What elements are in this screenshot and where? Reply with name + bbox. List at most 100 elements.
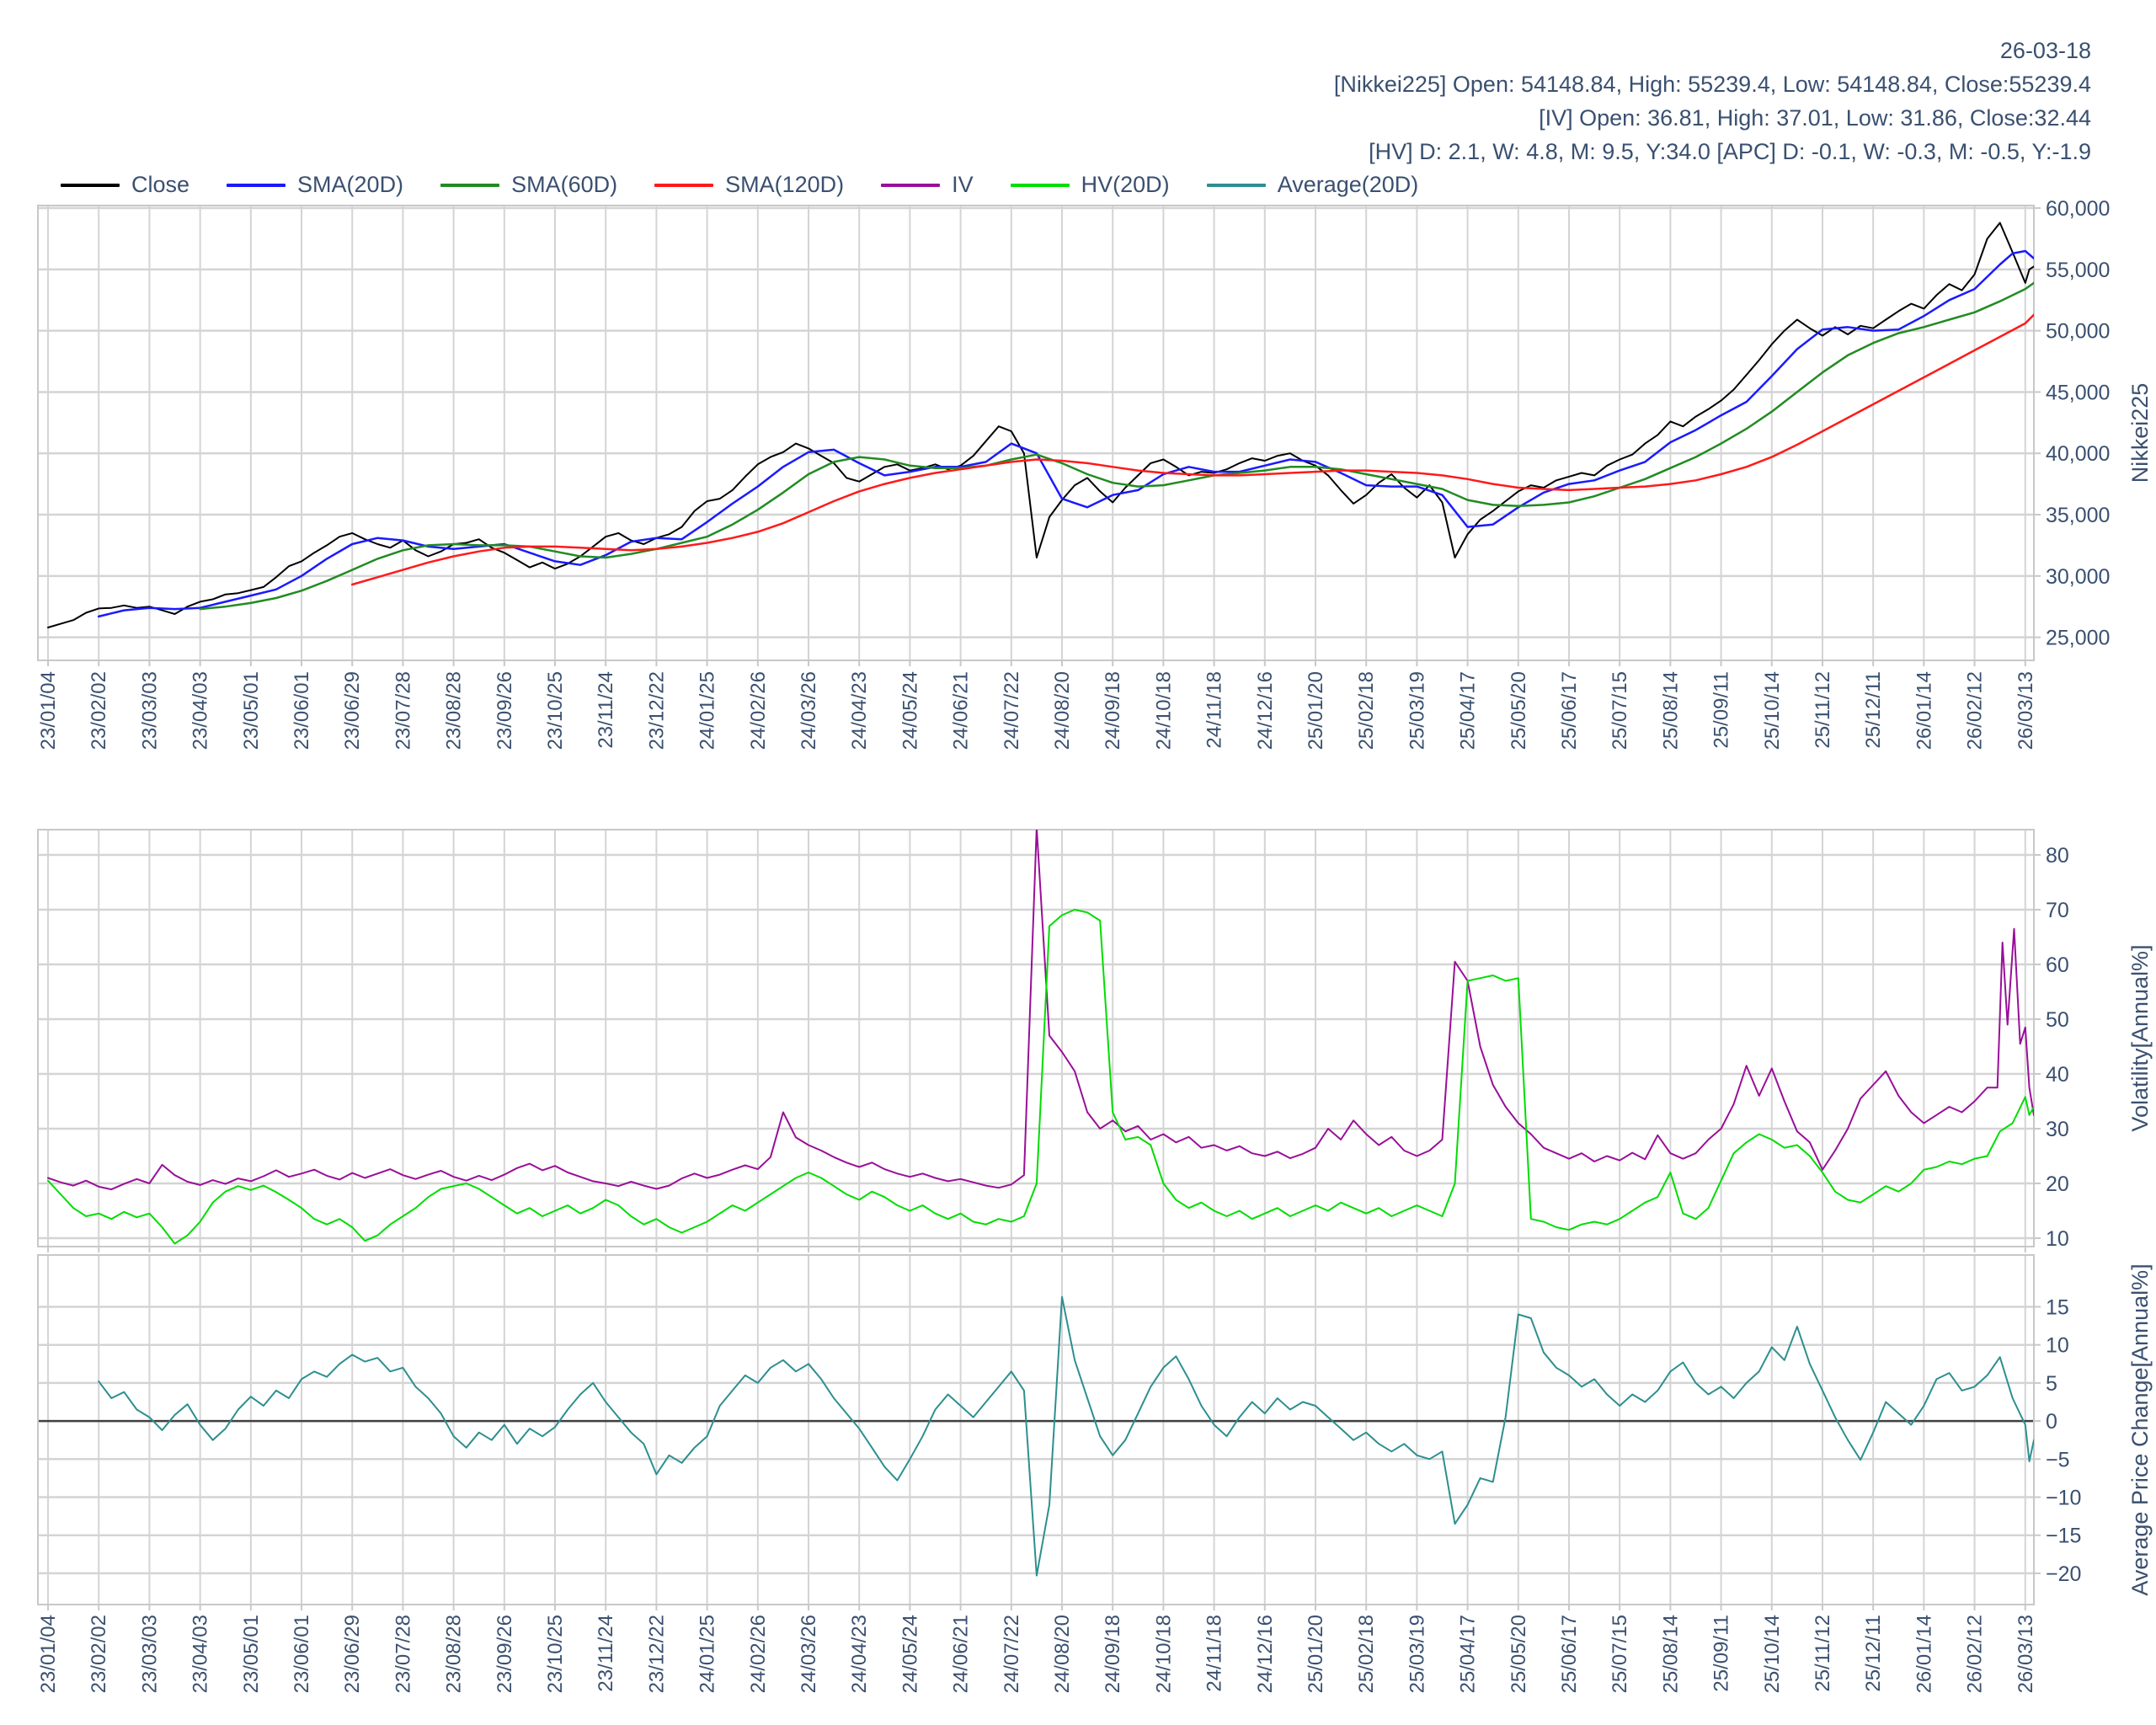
y-tick-label: 60,000 bbox=[2046, 197, 2110, 221]
x-tick-label: 24/08/20 bbox=[1051, 1615, 1074, 1693]
x-tick-label: 25/03/19 bbox=[1406, 1615, 1428, 1693]
x-tick-label: 24/12/16 bbox=[1254, 1615, 1277, 1693]
y-tick-label: 55,000 bbox=[2046, 259, 2110, 282]
series-hv-20d bbox=[48, 910, 2034, 1244]
x-tick-label: 23/06/29 bbox=[341, 671, 364, 750]
average-price-change-panel: −20−15−10−5051015Average Price Change[An… bbox=[37, 1255, 2153, 1693]
x-tick-label: 25/03/19 bbox=[1406, 671, 1428, 750]
x-tick-label: 23/06/29 bbox=[341, 1615, 364, 1693]
y-tick-label: −10 bbox=[2046, 1487, 2081, 1510]
x-tick-label: 23/03/03 bbox=[138, 1615, 161, 1693]
x-tick-label: 24/05/24 bbox=[899, 671, 921, 750]
x-tick-label: 23/10/25 bbox=[544, 671, 567, 750]
x-tick-label: 24/01/25 bbox=[696, 1615, 719, 1693]
x-tick-label: 24/03/26 bbox=[798, 671, 820, 750]
x-tick-label: 23/01/04 bbox=[37, 1615, 60, 1693]
x-tick-label: 26/03/13 bbox=[2015, 1615, 2037, 1693]
x-tick-label: 25/08/14 bbox=[1659, 1615, 1682, 1693]
nikkei225-price-panel: 25,00030,00035,00040,00045,00050,00055,0… bbox=[37, 197, 2153, 750]
x-tick-label: 23/04/03 bbox=[189, 1615, 212, 1693]
series-average-20d bbox=[99, 1297, 2034, 1576]
x-tick-label: 25/06/17 bbox=[1558, 671, 1581, 750]
y-tick-label: 40,000 bbox=[2046, 442, 2110, 466]
x-tick-label: 23/12/22 bbox=[645, 671, 668, 750]
x-tick-label: 24/06/21 bbox=[950, 671, 973, 750]
x-tick-label: 24/10/18 bbox=[1152, 671, 1175, 750]
x-tick-label: 26/03/13 bbox=[2015, 671, 2037, 750]
x-tick-label: 23/11/24 bbox=[595, 1615, 617, 1692]
panel-border bbox=[38, 206, 2034, 660]
x-tick-label: 24/05/24 bbox=[899, 1615, 921, 1693]
y-axis-title-volatility: Volatility[Annual%] bbox=[2127, 944, 2153, 1131]
series-close bbox=[48, 223, 2034, 628]
x-tick-label: 25/10/14 bbox=[1761, 671, 1784, 750]
x-tick-label: 23/01/04 bbox=[37, 671, 60, 750]
y-tick-label: 10 bbox=[2046, 1334, 2069, 1358]
x-tick-label: 24/10/18 bbox=[1152, 1615, 1175, 1693]
x-tick-label: 24/03/26 bbox=[798, 1615, 820, 1693]
y-tick-label: 70 bbox=[2046, 899, 2069, 922]
x-tick-label: 23/12/22 bbox=[645, 1615, 668, 1693]
x-tick-label: 23/07/28 bbox=[392, 671, 414, 750]
x-tick-label: 23/06/01 bbox=[291, 1615, 313, 1693]
y-tick-label: −20 bbox=[2046, 1562, 2081, 1586]
series-iv bbox=[48, 828, 2034, 1190]
x-tick-label: 24/12/16 bbox=[1254, 671, 1277, 750]
x-tick-label: 24/08/20 bbox=[1051, 671, 1074, 750]
x-tick-label: 25/08/14 bbox=[1659, 671, 1682, 750]
x-tick-label: 24/09/18 bbox=[1102, 671, 1124, 750]
series-sma-120d bbox=[352, 315, 2034, 585]
x-tick-label: 25/11/12 bbox=[1812, 671, 1834, 749]
y-axis-title-average-price-change: Average Price Change[Annual%] bbox=[2127, 1263, 2153, 1595]
x-tick-label: 25/07/15 bbox=[1609, 1615, 1631, 1693]
x-tick-label: 23/10/25 bbox=[544, 1615, 567, 1693]
x-tick-label: 24/11/18 bbox=[1203, 671, 1226, 749]
x-tick-label: 25/05/20 bbox=[1508, 671, 1530, 750]
y-tick-label: 50,000 bbox=[2046, 320, 2110, 344]
volatility-panel: 1020304050607080Volatility[Annual%] bbox=[38, 828, 2153, 1253]
x-tick-label: 26/02/12 bbox=[1964, 671, 1987, 750]
chart-page: 26-03-18 [Nikkei225] Open: 54148.84, Hig… bbox=[0, 0, 2156, 1725]
y-axis-title-nikkei225-price: Nikkei225 bbox=[2127, 383, 2153, 483]
x-tick-label: 23/02/02 bbox=[88, 671, 110, 750]
y-tick-label: 0 bbox=[2046, 1410, 2057, 1434]
x-tick-label: 24/02/26 bbox=[747, 1615, 770, 1693]
x-tick-label: 25/04/17 bbox=[1457, 1615, 1480, 1693]
x-tick-label: 24/04/23 bbox=[848, 1615, 871, 1693]
x-tick-label: 25/02/18 bbox=[1355, 1615, 1378, 1693]
x-tick-label: 25/12/11 bbox=[1862, 1615, 1885, 1692]
x-tick-label: 25/01/20 bbox=[1305, 671, 1327, 750]
y-tick-label: 15 bbox=[2046, 1295, 2069, 1319]
x-tick-label: 24/02/26 bbox=[747, 671, 770, 750]
y-tick-label: 80 bbox=[2046, 844, 2069, 868]
x-tick-label: 25/06/17 bbox=[1558, 1615, 1581, 1693]
y-tick-label: 45,000 bbox=[2046, 381, 2110, 404]
x-tick-label: 25/09/11 bbox=[1710, 671, 1733, 749]
x-tick-label: 24/11/18 bbox=[1203, 1615, 1226, 1692]
x-tick-label: 24/07/22 bbox=[1001, 671, 1023, 750]
x-tick-label: 23/09/26 bbox=[494, 1615, 516, 1693]
y-tick-label: 60 bbox=[2046, 953, 2069, 977]
x-tick-label: 23/08/28 bbox=[443, 1615, 466, 1693]
x-tick-label: 24/01/25 bbox=[696, 671, 719, 750]
x-tick-label: 24/06/21 bbox=[950, 1615, 973, 1693]
x-tick-label: 23/07/28 bbox=[392, 1615, 414, 1693]
x-tick-label: 23/04/03 bbox=[189, 671, 212, 750]
x-tick-label: 23/05/01 bbox=[240, 671, 263, 750]
y-tick-label: 25,000 bbox=[2046, 627, 2110, 650]
x-tick-label: 26/01/14 bbox=[1913, 671, 1935, 750]
y-tick-label: 35,000 bbox=[2046, 504, 2110, 527]
x-tick-label: 23/05/01 bbox=[240, 1615, 263, 1693]
x-tick-label: 23/09/26 bbox=[494, 671, 516, 750]
x-tick-label: 26/01/14 bbox=[1913, 1615, 1935, 1693]
x-tick-label: 25/07/15 bbox=[1609, 671, 1631, 750]
x-tick-label: 25/01/20 bbox=[1305, 1615, 1327, 1693]
series-sma-60d bbox=[200, 283, 2034, 609]
x-tick-label: 24/04/23 bbox=[848, 671, 871, 750]
x-tick-label: 25/11/12 bbox=[1812, 1615, 1834, 1692]
y-tick-label: 20 bbox=[2046, 1172, 2069, 1196]
x-tick-label: 26/02/12 bbox=[1964, 1615, 1987, 1693]
x-tick-label: 25/02/18 bbox=[1355, 671, 1378, 750]
x-tick-label: 24/09/18 bbox=[1102, 1615, 1124, 1693]
series-sma-20d bbox=[99, 251, 2034, 617]
